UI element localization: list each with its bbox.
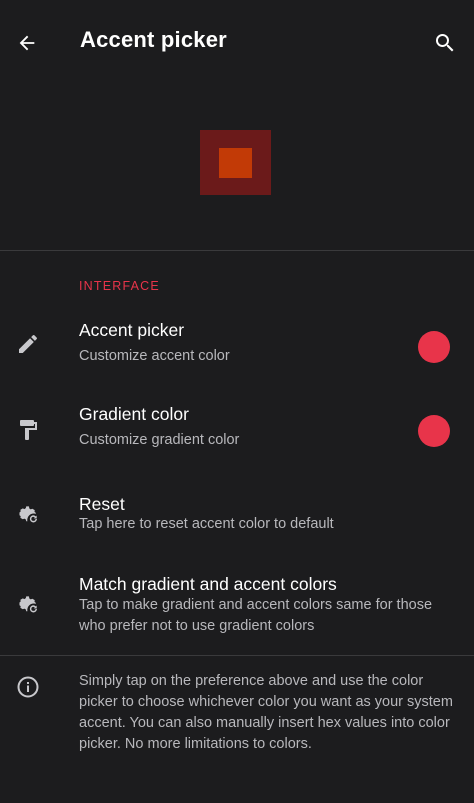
search-icon (436, 34, 454, 52)
pref-gradient-color[interactable]: Gradient color Customize gradient color (0, 394, 474, 470)
accent-color-swatch[interactable] (418, 331, 450, 363)
settings-reset-icon (14, 500, 42, 528)
pref-match-gradient-accent[interactable]: Match gradient and accent colors Tap to … (0, 564, 474, 648)
settings-reset-icon (14, 590, 42, 618)
pref-summary: Customize gradient color (79, 432, 240, 448)
divider (0, 655, 474, 656)
arrow-back-icon (19, 35, 35, 51)
search-button[interactable] (430, 28, 460, 58)
page-title: Accent picker (80, 27, 227, 52)
paint-roller-icon (14, 416, 42, 444)
accent-preview (0, 86, 474, 249)
pref-title: Accent picker (79, 320, 185, 340)
pref-reset[interactable]: Reset Tap here to reset accent color to … (0, 484, 474, 554)
pref-title: Match gradient and accent colors (79, 574, 337, 594)
divider (0, 250, 474, 251)
pref-title: Reset (79, 494, 125, 514)
pref-summary: Tap here to reset accent color to defaul… (79, 516, 334, 532)
back-button[interactable] (12, 28, 42, 58)
pref-summary: Tap to make gradient and accent colors s… (79, 597, 433, 634)
pencil-icon (14, 330, 42, 358)
pref-summary: Customize accent color (79, 348, 230, 364)
pref-title: Gradient color (79, 404, 189, 424)
accent-preview-square (219, 148, 252, 178)
info-icon (14, 673, 42, 701)
info-description: Simply tap on the preference above and u… (79, 673, 453, 752)
section-header-interface: INTERFACE (79, 279, 160, 293)
gradient-color-swatch[interactable] (418, 415, 450, 447)
accent-picker-screen: Accent picker INTERFACE Accent picker Cu… (0, 0, 474, 803)
app-bar: Accent picker (0, 0, 474, 86)
pref-accent-picker[interactable]: Accent picker Customize accent color (0, 310, 474, 386)
